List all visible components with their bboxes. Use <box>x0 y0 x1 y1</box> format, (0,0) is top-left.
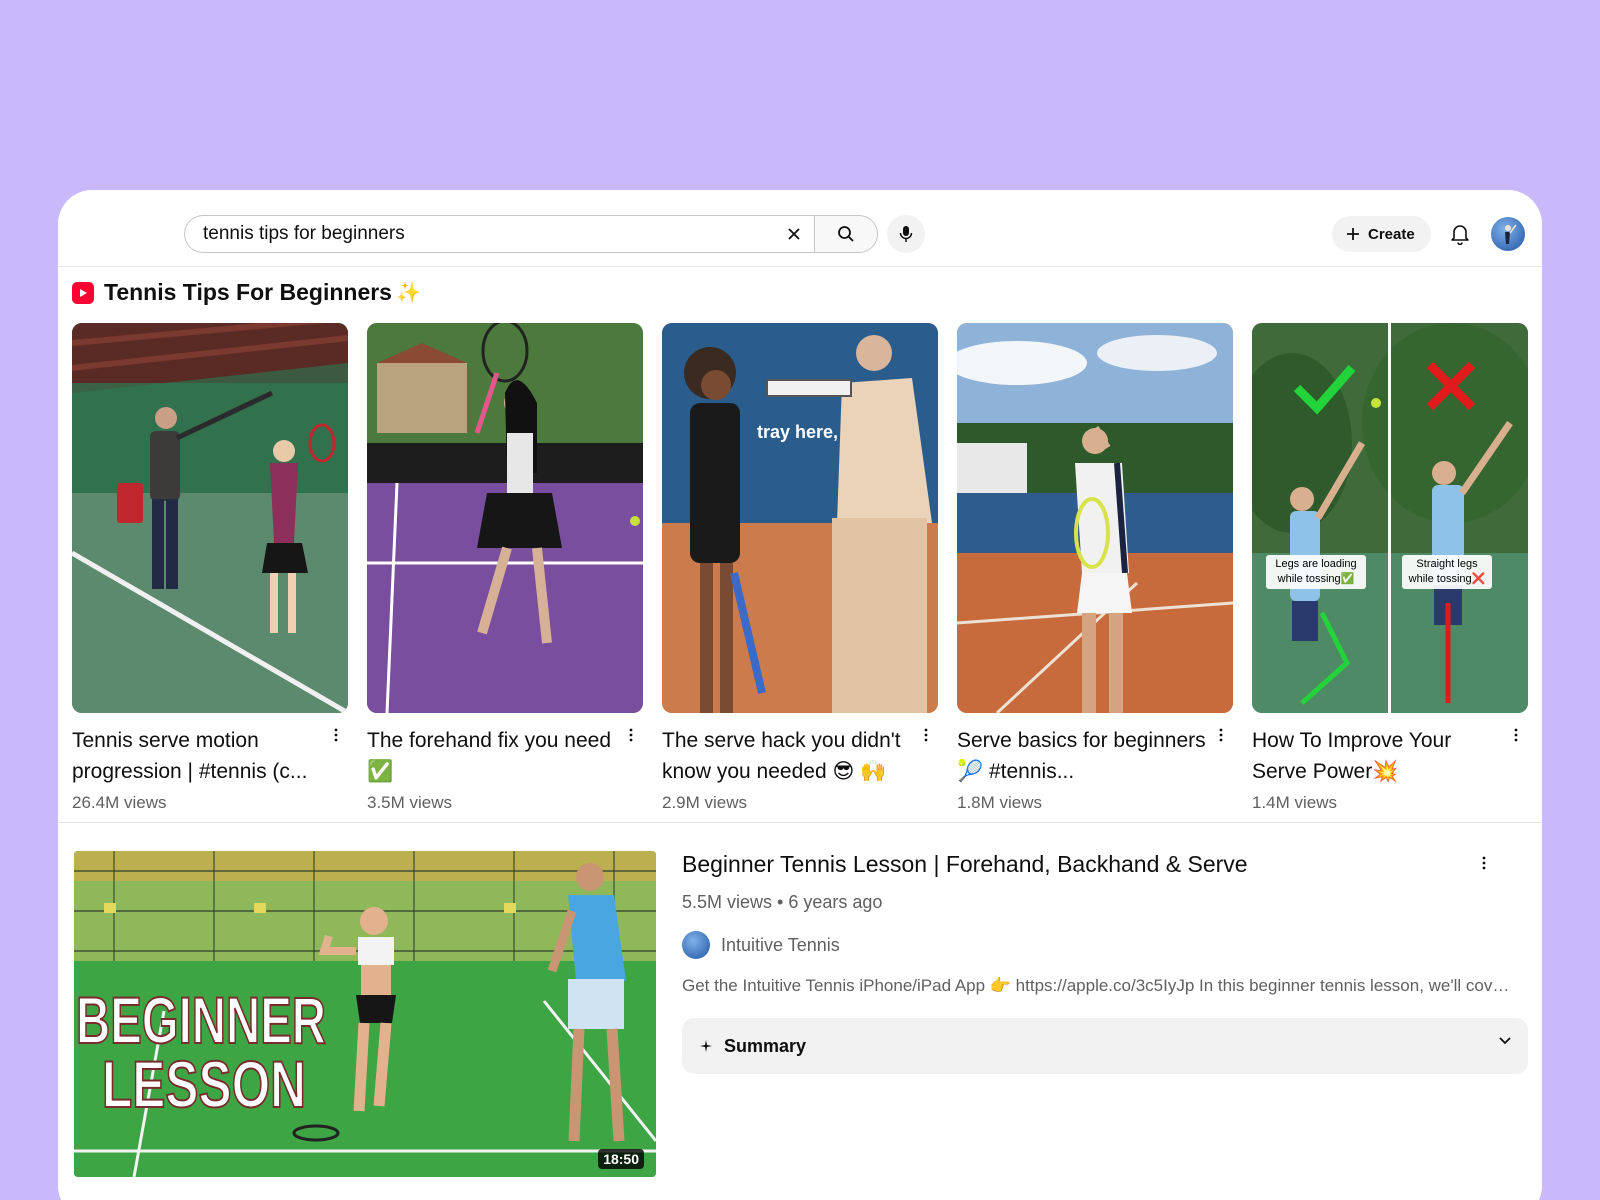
more-options-button[interactable] <box>1213 725 1229 745</box>
short-overlay-text: tray here, <box>757 422 838 442</box>
more-vert-icon <box>1482 856 1486 870</box>
video-thumbnail[interactable]: BEGINNER LESSON 18:50 <box>74 851 656 1177</box>
more-vert-icon <box>1514 728 1518 742</box>
search-input[interactable] <box>203 223 774 245</box>
chevron-down-icon[interactable] <box>1498 1036 1512 1046</box>
shorts-title-text: Tennis Tips For Beginners <box>104 279 392 305</box>
short-card[interactable]: The forehand fix you need ✅ 3.5M views <box>367 323 643 813</box>
short-card[interactable]: Serve basics for beginners 🎾 #tennis... … <box>957 323 1233 813</box>
summary-panel[interactable]: Summary <box>682 1018 1528 1074</box>
sparkle-emoji: ✨ <box>395 282 421 304</box>
video-meta: 5.5M views • 6 years ago <box>682 892 883 912</box>
search-button[interactable] <box>814 215 878 253</box>
short-title[interactable]: The forehand fix you need ✅ <box>367 725 643 787</box>
more-options-button[interactable] <box>623 725 639 745</box>
shorts-shelf: Tennis serve motion progression | #tenni… <box>72 323 1528 813</box>
plus-icon <box>1347 228 1359 240</box>
clear-search-button[interactable] <box>774 216 814 252</box>
search-icon <box>838 226 854 242</box>
video-more-options-button[interactable] <box>1482 856 1486 875</box>
section-divider <box>58 822 1542 823</box>
channel-name[interactable]: Intuitive Tennis <box>721 935 840 956</box>
shorts-logo-icon <box>72 281 94 304</box>
search-box[interactable] <box>184 215 814 253</box>
more-vert-icon <box>1219 728 1223 742</box>
short-thumbnail[interactable] <box>957 323 1233 713</box>
close-icon <box>788 228 800 240</box>
video-description: Get the Intuitive Tennis iPhone/iPad App… <box>682 976 1512 995</box>
more-options-button[interactable] <box>918 725 934 745</box>
short-thumbnail[interactable]: Legs are loading while tossing✅ Straight… <box>1252 323 1528 713</box>
create-button[interactable]: Create <box>1332 216 1431 252</box>
short-views: 1.4M views <box>1252 793 1338 812</box>
short-title[interactable]: Tennis serve motion progression | #tenni… <box>72 725 348 787</box>
browser-window: Create Tennis Tips For Beginners ✨ <box>58 190 1542 1200</box>
short-overlay-left: Legs are loading while tossing✅ <box>1275 558 1357 585</box>
top-bar: Create <box>58 190 1542 267</box>
short-overlay-right: Straight legs while tossing❌ <box>1408 558 1486 585</box>
short-title[interactable]: How To Improve Your Serve Power💥 <box>1252 725 1528 787</box>
thumbnail-title-line-1: BEGINNER <box>76 983 326 1057</box>
more-vert-icon <box>924 728 928 742</box>
short-card[interactable]: Tennis serve motion progression | #tenni… <box>72 323 348 813</box>
more-vert-icon <box>334 728 338 742</box>
microphone-icon <box>899 226 913 242</box>
short-title[interactable]: Serve basics for beginners 🎾 #tennis... <box>957 725 1233 787</box>
video-title[interactable]: Beginner Tennis Lesson | Forehand, Backh… <box>682 848 1518 880</box>
channel-link[interactable]: Intuitive Tennis <box>682 931 1518 959</box>
short-card[interactable]: tray here, The serve hack you didn't kno… <box>662 323 938 813</box>
short-card[interactable]: Legs are loading while tossing✅ Straight… <box>1252 323 1528 813</box>
sparkle-icon <box>700 1040 712 1052</box>
short-thumbnail[interactable]: tray here, <box>662 323 938 713</box>
avatar[interactable] <box>1491 217 1525 251</box>
bell-icon <box>1451 225 1469 245</box>
duration-badge: 18:50 <box>598 1149 644 1169</box>
short-thumbnail[interactable] <box>367 323 643 713</box>
more-options-button[interactable] <box>328 725 344 745</box>
more-options-button[interactable] <box>1508 725 1524 745</box>
short-thumbnail[interactable] <box>72 323 348 713</box>
short-views: 3.5M views <box>367 793 453 812</box>
summary-label: Summary <box>724 1035 807 1056</box>
more-vert-icon <box>629 728 633 742</box>
short-title[interactable]: The serve hack you didn't know you neede… <box>662 725 938 787</box>
video-info: Beginner Tennis Lesson | Forehand, Backh… <box>682 848 1528 1074</box>
thumbnail-title-line-2: LESSON <box>102 1047 306 1121</box>
notifications-button[interactable] <box>1444 218 1476 250</box>
short-views: 1.8M views <box>957 793 1043 812</box>
channel-avatar[interactable] <box>682 931 710 959</box>
voice-search-button[interactable] <box>887 215 925 253</box>
short-views: 2.9M views <box>662 793 748 812</box>
create-label: Create <box>1368 225 1415 243</box>
shorts-section-title: Tennis Tips For Beginners ✨ <box>72 279 421 306</box>
short-views: 26.4M views <box>72 793 167 812</box>
